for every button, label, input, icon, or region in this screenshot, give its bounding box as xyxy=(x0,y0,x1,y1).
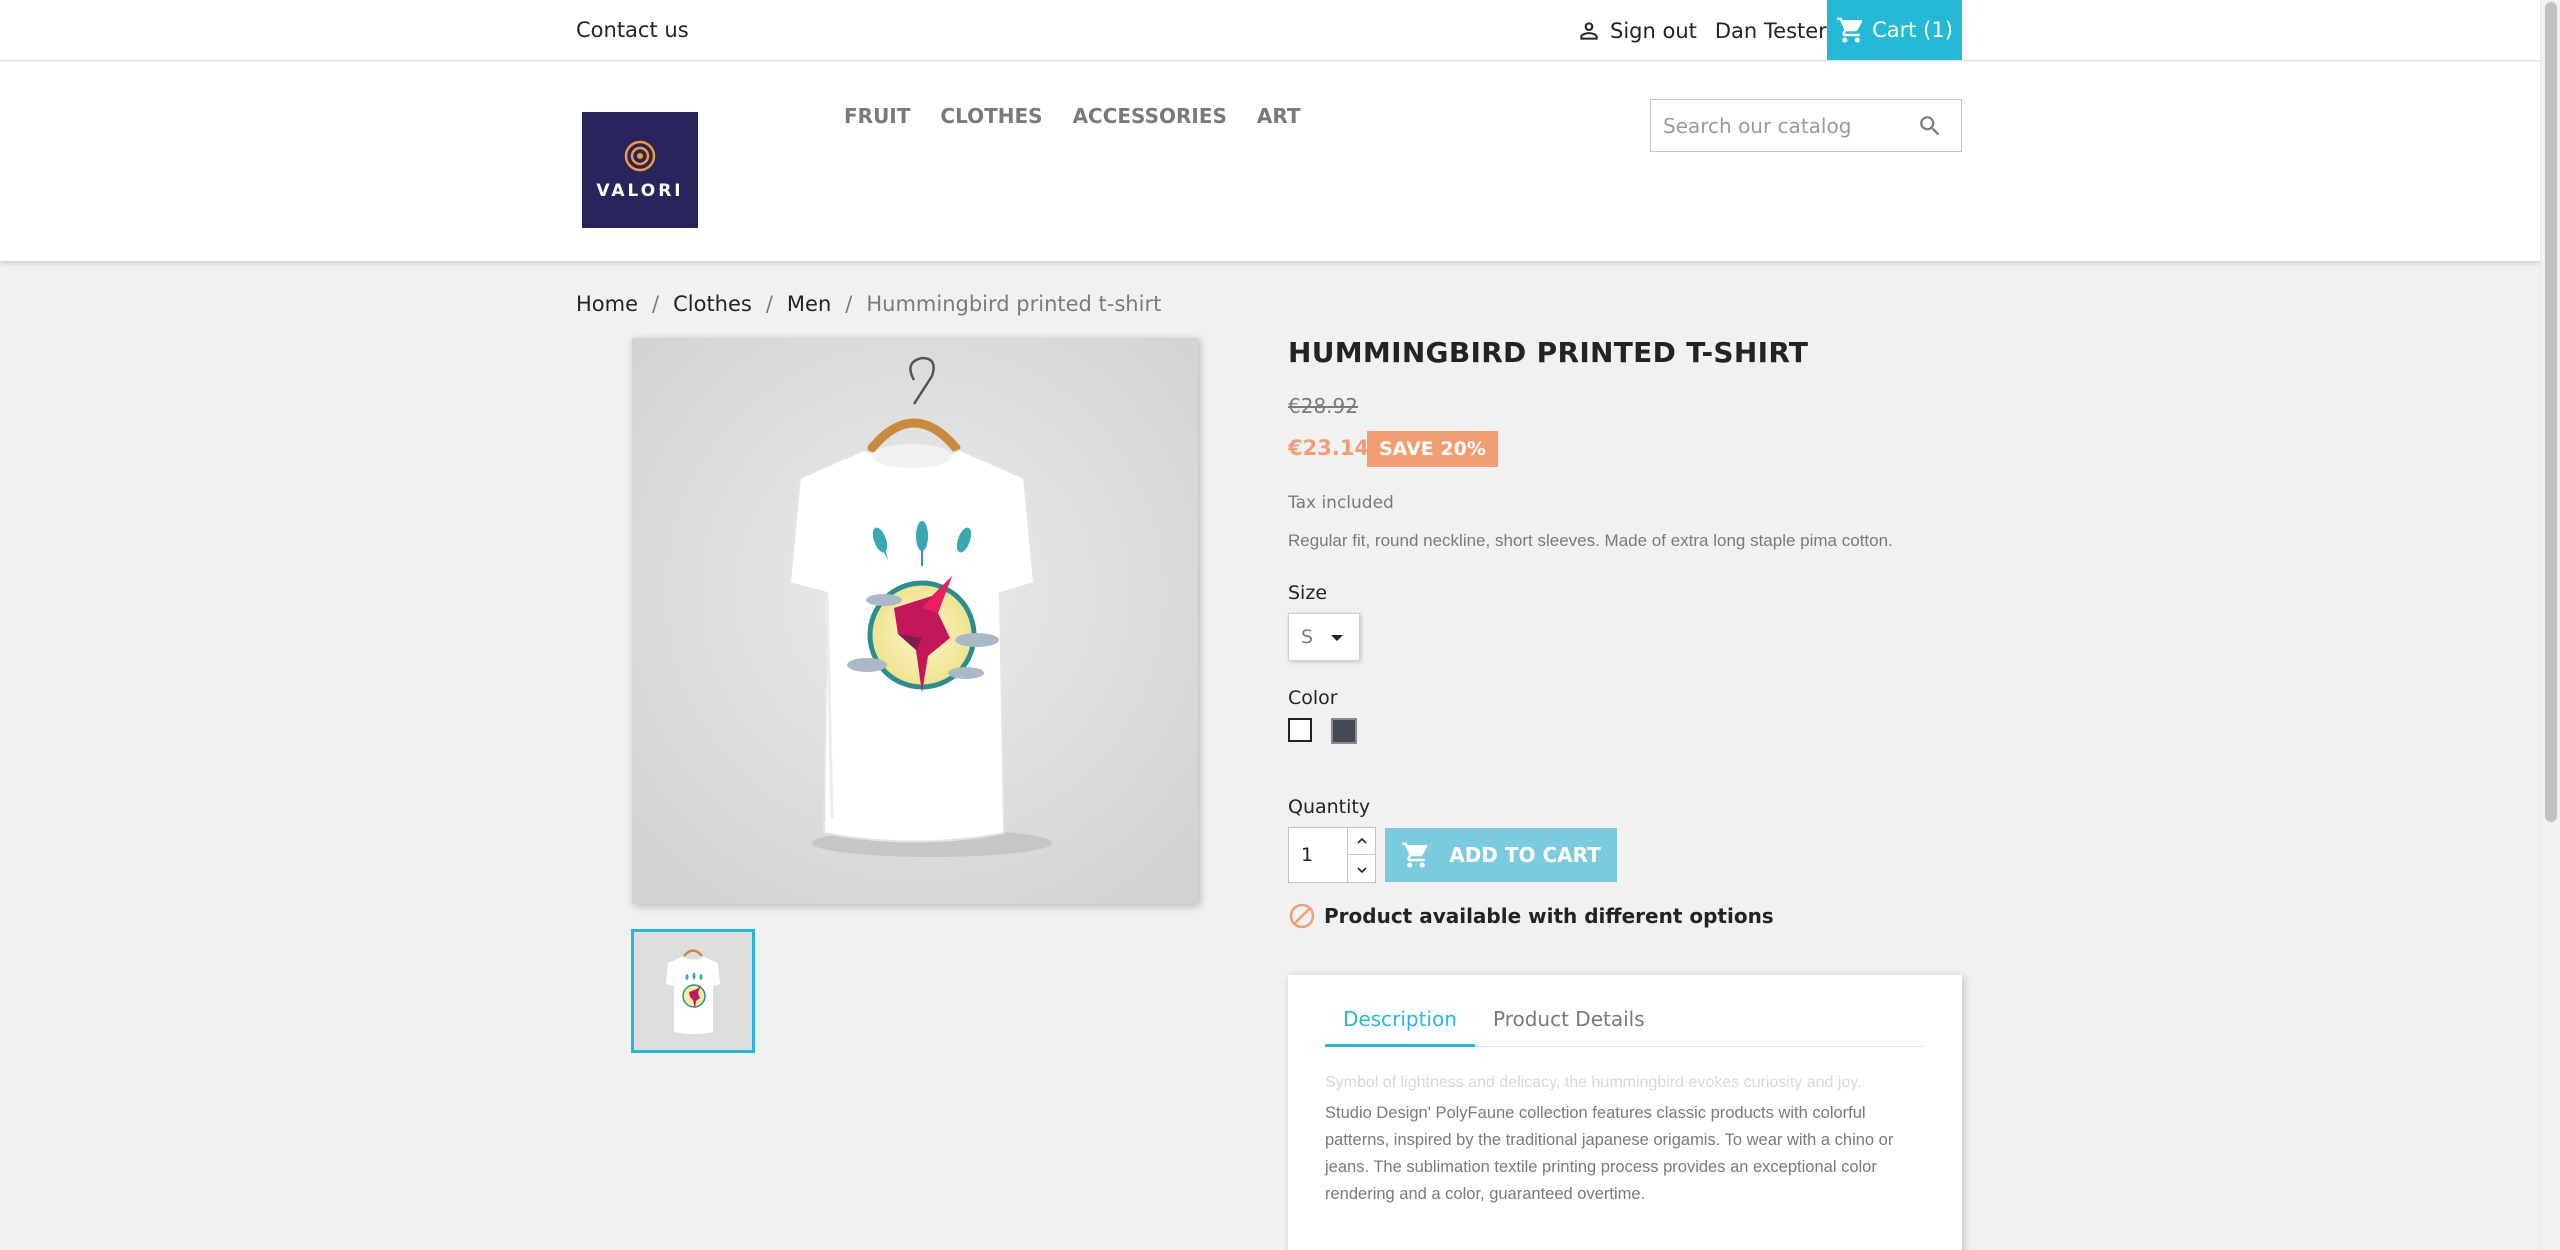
menu-item-fruit[interactable]: FRUIT xyxy=(844,104,910,128)
description-text: Studio Design' PolyFaune collection feat… xyxy=(1325,1104,1894,1203)
person-icon xyxy=(1580,22,1598,40)
store-logo[interactable]: VALORI xyxy=(582,112,698,228)
breadcrumb-separator: / xyxy=(765,292,773,316)
breadcrumb-men[interactable]: Men xyxy=(787,292,831,316)
availability-text: Product available with different options xyxy=(1324,904,1774,928)
breadcrumb-home[interactable]: Home xyxy=(576,292,638,316)
product-cover-image[interactable] xyxy=(632,338,1198,904)
menu-item-art[interactable]: ART xyxy=(1257,104,1301,128)
color-swatch-grey[interactable] xyxy=(1331,718,1357,744)
size-select[interactable]: S xyxy=(1288,613,1360,661)
tab-description[interactable]: Description xyxy=(1325,1007,1475,1047)
breadcrumb-separator: / xyxy=(652,292,660,316)
short-description: Regular fit, round neckline, short sleev… xyxy=(1288,531,1893,550)
header-top: VALORI FRUIT CLOTHES ACCESSORIES ART xyxy=(0,62,2540,261)
menu-item-clothes[interactable]: CLOTHES xyxy=(940,104,1042,128)
quantity-input[interactable]: 1 xyxy=(1288,827,1348,883)
description-faded-text: Symbol of lightness and delicacy, the hu… xyxy=(1325,1074,1862,1091)
contact-us-link[interactable]: Contact us xyxy=(576,18,689,42)
cart-label: Cart (1) xyxy=(1872,18,1953,42)
breadcrumb-separator: / xyxy=(845,292,853,316)
product-availability: Product available with different options xyxy=(1288,902,1774,930)
quantity-label: Quantity xyxy=(1288,796,1371,818)
tab-product-details[interactable]: Product Details xyxy=(1493,1007,1645,1047)
add-to-cart-button[interactable]: ADD TO CART xyxy=(1385,828,1617,882)
block-icon xyxy=(1289,903,1315,929)
logo-text: VALORI xyxy=(596,181,684,201)
page: Contact us Sign out Dan Tester Cart (1) … xyxy=(0,0,2540,1250)
tshirt-image xyxy=(632,338,1198,904)
chevron-up-icon xyxy=(1356,837,1367,844)
quantity-decrement-button[interactable] xyxy=(1348,856,1375,883)
header-nav: Contact us Sign out Dan Tester Cart (1) xyxy=(0,0,2540,61)
main-menu: FRUIT CLOTHES ACCESSORIES ART xyxy=(844,104,1301,128)
quantity-increment-button[interactable] xyxy=(1348,828,1375,855)
cart-button[interactable]: Cart (1) xyxy=(1827,0,1962,60)
search-box xyxy=(1650,99,1962,152)
breadcrumb: Home / Clothes / Men / Hummingbird print… xyxy=(576,292,1161,316)
current-price: €23.14 xyxy=(1288,436,1370,460)
customer-account-link[interactable]: Dan Tester xyxy=(1715,19,1827,43)
tax-label: Tax included xyxy=(1288,493,1394,513)
cart-icon xyxy=(1837,17,1863,43)
sign-out-link[interactable]: Sign out xyxy=(1610,19,1697,43)
page-scrollbar[interactable] xyxy=(2540,0,2560,1250)
user-info: Sign out Dan Tester xyxy=(1576,18,1827,44)
menu-item-accessories[interactable]: ACCESSORIES xyxy=(1073,104,1227,128)
product-thumbnail[interactable] xyxy=(631,929,755,1053)
product-title: HUMMINGBIRD PRINTED T-SHIRT xyxy=(1288,336,1809,369)
color-label: Color xyxy=(1288,687,1338,709)
quantity-stepper xyxy=(1348,827,1376,883)
caret-down-icon xyxy=(1331,635,1343,641)
discount-badge: SAVE 20% xyxy=(1367,431,1498,467)
search-input[interactable] xyxy=(1651,113,1911,138)
cart-icon xyxy=(1402,842,1428,868)
tshirt-thumbnail-image xyxy=(634,932,752,1050)
color-swatch-white[interactable] xyxy=(1288,718,1312,742)
breadcrumb-current: Hummingbird printed t-shirt xyxy=(866,292,1162,316)
add-to-cart-label: ADD TO CART xyxy=(1449,843,1601,867)
product-tabs: Description Product Details Symbol of li… xyxy=(1288,975,1962,1250)
logo-mark-icon xyxy=(624,140,656,172)
regular-price: €28.92 xyxy=(1288,394,1358,418)
scrollbar-thumb[interactable] xyxy=(2545,2,2557,822)
size-select-value: S xyxy=(1301,626,1314,648)
tab-bar: Description Product Details xyxy=(1325,1007,1925,1047)
search-icon[interactable] xyxy=(1917,113,1943,139)
chevron-down-icon xyxy=(1356,866,1367,873)
breadcrumb-clothes[interactable]: Clothes xyxy=(673,292,752,316)
size-label: Size xyxy=(1288,582,1328,604)
